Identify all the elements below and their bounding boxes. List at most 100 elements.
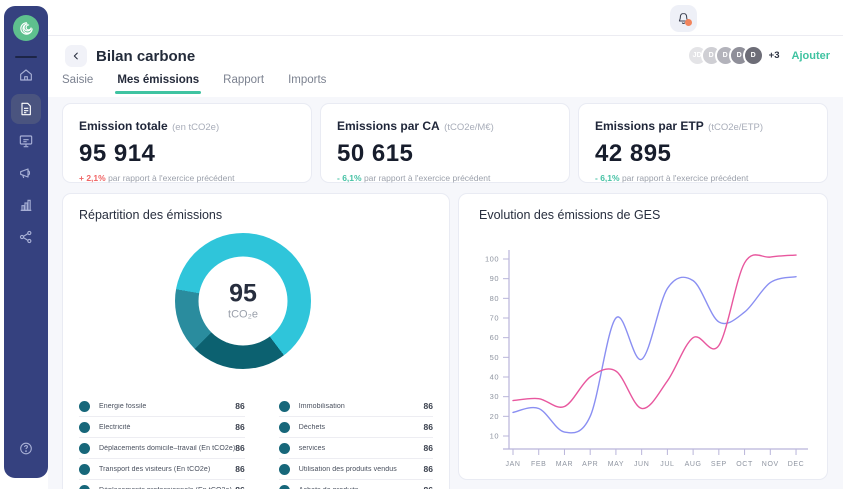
notifications-button[interactable] [670, 5, 697, 32]
legend-value: 86 [424, 464, 433, 474]
legend-value: 86 [235, 464, 244, 474]
stat-card-etp: Emissions par ETP (tCO2e/ETP) 42 895 - 6… [578, 103, 828, 183]
tab-rapport[interactable]: Rapport [223, 74, 264, 94]
avatar-group: JDDDDD [687, 45, 764, 66]
legend-item: Déplacements domicile–travail (En tCO2e)… [79, 438, 245, 459]
help-icon [19, 441, 34, 456]
series-blue [513, 277, 796, 433]
x-tick-label: JUN [634, 461, 649, 468]
x-tick-label: JUL [660, 461, 674, 468]
legend-dot-icon [279, 464, 290, 475]
legend-dot-icon [79, 443, 90, 454]
x-tick-label: AUG [685, 461, 702, 468]
legend-item: Energie fossile86 [79, 396, 245, 417]
stat-title: Emission totale [79, 119, 168, 133]
stat-value: 42 895 [595, 140, 811, 168]
tab-imports[interactable]: Imports [288, 74, 326, 94]
y-tick-label: 90 [490, 274, 499, 283]
legend-label: Electricité [99, 424, 235, 431]
sidebar-item-home[interactable] [11, 60, 41, 90]
bar-chart-icon [18, 197, 34, 213]
stat-card-ca: Emissions par CA (tCO2e/M€) 50 615 - 6,1… [320, 103, 570, 183]
sidebar-item-presentation[interactable] [11, 126, 41, 156]
legend-dot-icon [279, 485, 290, 489]
series-pink [513, 255, 796, 409]
spiral-logo-icon [18, 20, 35, 37]
stat-title: Emissions par ETP [595, 119, 704, 133]
legend-item: Déchets86 [279, 417, 433, 438]
legend-item: Immobilisation86 [279, 396, 433, 417]
home-icon [18, 67, 34, 83]
avatar-overflow-count[interactable]: +3 [769, 50, 780, 61]
back-button[interactable] [65, 45, 87, 67]
chevron-left-icon [71, 51, 81, 61]
y-tick-label: 60 [490, 333, 499, 342]
donut-center-unit: tCO₂e [228, 309, 258, 321]
y-tick-label: 100 [485, 255, 499, 264]
stat-value: 95 914 [79, 140, 295, 168]
legend-value: 86 [424, 401, 433, 411]
donut-center: 95 tCO₂e [199, 257, 288, 346]
stat-unit: (tCO2e/M€) [444, 122, 494, 133]
tab-saisie[interactable]: Saisie [62, 74, 93, 94]
line-chart[interactable]: 102030405060708090100JANFEBMARAPRMAYJUNJ… [459, 228, 829, 478]
y-tick-label: 70 [490, 314, 499, 323]
stat-delta: + 2,1% par rapport à l'exercice précéden… [79, 173, 295, 183]
legend-value: 86 [424, 443, 433, 453]
x-tick-label: NOV [762, 461, 779, 468]
legend-dot-icon [79, 464, 90, 475]
app-logo[interactable] [13, 15, 39, 41]
legend-dot-icon [279, 443, 290, 454]
tab-mes-émissions[interactable]: Mes émissions [117, 74, 199, 94]
sidebar-item-help[interactable] [19, 441, 34, 456]
legend-dot-icon [279, 401, 290, 412]
y-tick-label: 20 [490, 412, 499, 421]
sidebar-divider [15, 56, 37, 58]
presentation-icon [18, 133, 34, 149]
legend-item: Achats de produits86 [279, 480, 433, 489]
stat-delta: - 6,1% par rapport à l'exercice précéden… [337, 173, 553, 183]
legend-value: 86 [235, 443, 244, 453]
donut-chart-title: Répartition des émissions [79, 208, 222, 222]
network-icon [18, 229, 34, 245]
legend-label: Immobilisation [299, 403, 424, 410]
add-member-link[interactable]: Ajouter [792, 50, 831, 62]
topbar [48, 0, 843, 36]
legend-item: services86 [279, 438, 433, 459]
page-header: Bilan carbone SaisieMes émissionsRapport… [48, 36, 843, 97]
legend-dot-icon [79, 401, 90, 412]
legend-item: Electricité86 [79, 417, 245, 438]
sidebar-item-organization[interactable] [11, 222, 41, 252]
legend-column: Energie fossile86Electricité86Déplacemen… [79, 396, 245, 489]
app-window: Bilan carbone SaisieMes émissionsRapport… [0, 0, 843, 489]
x-tick-label: SEP [711, 461, 727, 468]
legend-value: 86 [424, 485, 433, 489]
legend-label: services [299, 445, 424, 452]
x-tick-label: OCT [736, 461, 753, 468]
x-tick-label: DEC [788, 461, 805, 468]
stat-title: Emissions par CA [337, 119, 440, 133]
x-tick-label: JAN [505, 461, 520, 468]
x-tick-label: MAR [556, 461, 573, 468]
document-icon [18, 101, 34, 117]
tab-bar: Saisie Mes émissions Rapport Imports [62, 74, 326, 94]
y-tick-label: 40 [490, 373, 499, 382]
y-tick-label: 80 [490, 294, 499, 303]
legend-column: Immobilisation86Déchets86services86Utili… [279, 396, 433, 489]
sidebar-item-documents[interactable] [11, 94, 41, 124]
line-chart-title: Evolution des émissions de GES [479, 208, 660, 222]
stat-unit: (en tCO2e) [172, 122, 219, 133]
y-tick-label: 50 [490, 353, 499, 362]
legend-label: Utilisation des produits vendus [299, 466, 424, 473]
avatar[interactable]: D [743, 45, 764, 66]
x-tick-label: MAY [608, 461, 624, 468]
sidebar-item-analytics[interactable] [11, 190, 41, 220]
stat-value: 50 615 [337, 140, 553, 168]
sidebar-item-announcements[interactable] [11, 158, 41, 188]
donut-chart[interactable]: 95 tCO₂e [175, 233, 311, 369]
legend-item: Utilisation des produits vendus86 [279, 459, 433, 480]
megaphone-icon [18, 165, 34, 181]
sidebar [4, 6, 48, 478]
legend-value: 86 [235, 485, 244, 489]
donut-legend: Energie fossile86Electricité86Déplacemen… [79, 396, 433, 489]
